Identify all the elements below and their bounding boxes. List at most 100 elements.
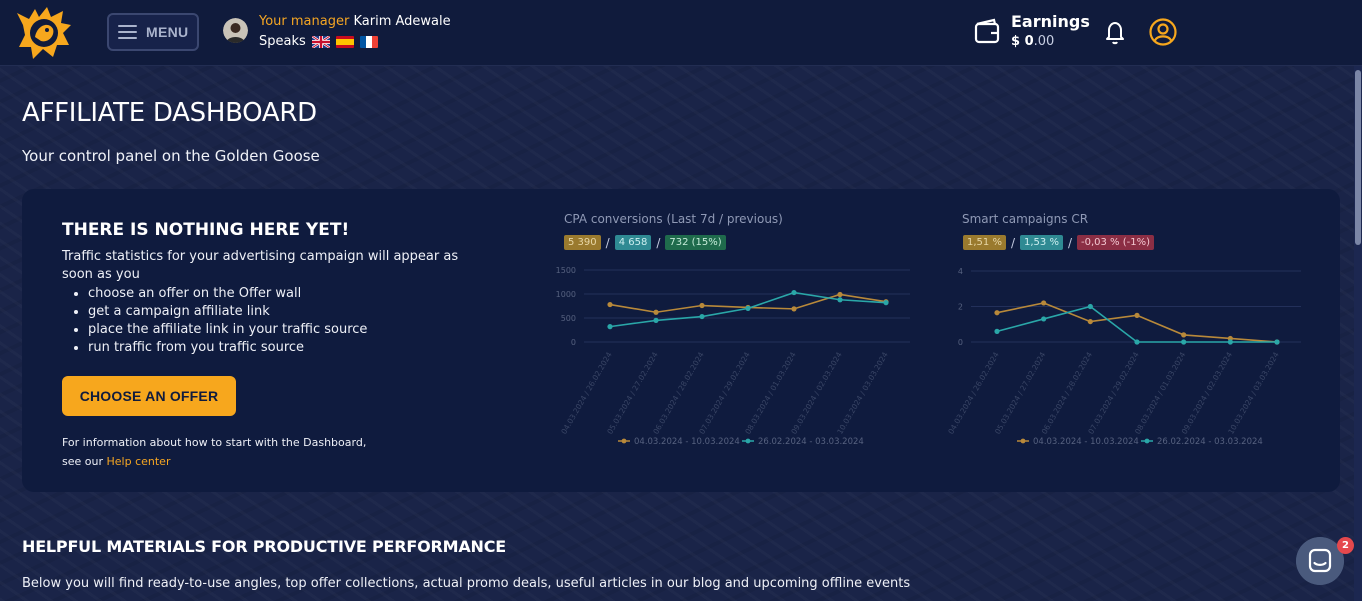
legend-label: 04.03.2024 - 10.03.2024 — [1033, 437, 1139, 447]
x-tick-label: 06.03.2024 / 28.02.2024 — [651, 350, 705, 435]
smart-previous-chip: 1,53 % — [1020, 235, 1063, 250]
cpa-diff-chip: 732 (15%) — [665, 235, 726, 250]
x-tick-label: 08.03.2024 / 01.03.2024 — [1133, 350, 1187, 435]
bell-icon[interactable] — [1103, 19, 1127, 45]
menu-label: MENU — [146, 24, 189, 40]
y-tick-label: 2 — [958, 303, 963, 312]
x-tick-label: 10.03.2024 / 03.03.2024 — [835, 350, 889, 435]
x-tick-label: 08.03.2024 / 01.03.2024 — [743, 350, 797, 435]
chat-unread-badge: 2 — [1337, 537, 1354, 554]
smart-current-chip: 1,51 % — [963, 235, 1006, 250]
data-point — [791, 306, 797, 312]
legend-label: 04.03.2024 - 10.03.2024 — [634, 437, 740, 447]
list-item: place the affiliate link in your traffic… — [62, 321, 367, 339]
data-point — [1134, 339, 1140, 345]
series-line — [996, 305, 1277, 343]
legend-label: 26.02.2024 - 03.03.2024 — [758, 437, 864, 447]
data-point — [791, 289, 797, 296]
cpa-chart-title: CPA conversions (Last 7d / previous) — [564, 212, 783, 226]
data-point — [1041, 316, 1047, 322]
y-tick-label: 1500 — [556, 266, 576, 275]
hamburger-icon — [118, 25, 137, 39]
es-flag-icon — [335, 35, 354, 48]
x-tick-label: 04.03.2024 / 26.02.2024 — [559, 350, 613, 435]
legend-label: 26.02.2024 - 03.03.2024 — [1157, 437, 1263, 447]
data-point — [1087, 318, 1093, 325]
chip-separator: / — [1067, 235, 1072, 250]
speaks-line: Speaks — [259, 34, 378, 49]
smart-chip-row: 1,51 % / 1,53 % / -0,03 % (-1%) — [963, 235, 1155, 250]
cpa-conversions-chart: 0 500 1000 1500 04.03.2024 / 26.02.202405.03… — [556, 266, 910, 447]
data-point — [837, 297, 843, 303]
manager-name[interactable]: Karim Adewale — [353, 14, 450, 29]
x-tick-label: 05.03.2024 / 27.02.2024 — [605, 350, 659, 435]
data-point — [837, 291, 843, 298]
x-tick-label: 05.03.2024 / 27.02.2024 — [993, 350, 1047, 435]
steps-list: choose an offer on the Offer wall get a … — [62, 285, 367, 357]
choose-offer-button[interactable]: CHOOSE AN OFFER — [62, 376, 236, 416]
menu-button[interactable]: MENU — [107, 13, 199, 51]
earnings-int: 0 — [1024, 34, 1034, 49]
x-tick-label: 10.03.2024 / 03.03.2024 — [1226, 350, 1280, 435]
legend-marker — [1144, 438, 1150, 444]
data-point — [1134, 312, 1140, 318]
data-point — [1181, 332, 1187, 338]
x-tick-label: 09.03.2024 / 02.03.2024 — [1180, 350, 1234, 435]
series-line — [996, 302, 1278, 343]
data-point — [1087, 303, 1093, 310]
chip-separator: / — [1010, 235, 1015, 250]
help-info-text: For information about how to start with … — [62, 433, 366, 471]
wallet-icon[interactable] — [973, 17, 1001, 45]
smart-diff-chip: -0,03 % (-1%) — [1077, 235, 1155, 250]
chip-separator: / — [656, 235, 661, 250]
earnings-value: $ 0.00 — [1011, 34, 1054, 49]
x-tick-label: 04.03.2024 / 26.02.2024 — [946, 350, 1000, 435]
page-title: AFFILIATE DASHBOARD — [22, 98, 317, 128]
user-profile-icon[interactable] — [1149, 18, 1177, 46]
help-info-prefix: see our — [62, 455, 103, 468]
cpa-chip-row: 5 390 / 4 658 / 732 (15%) — [564, 235, 726, 250]
data-point — [607, 324, 613, 330]
smart-campaigns-cr-chart: 0 2 4 04.03.2024 / 26.02.202405.03.2024 / 2… — [946, 267, 1301, 447]
data-point — [1181, 339, 1187, 345]
data-point — [745, 305, 751, 311]
page-subtitle: Your control panel on the Golden Goose — [22, 147, 320, 165]
scrollbar-thumb[interactable] — [1355, 70, 1361, 245]
smart-cr-chart-title: Smart campaigns CR — [962, 212, 1088, 226]
x-tick-label: 07.03.2024 / 29.02.2024 — [697, 350, 751, 435]
chart-title-text: Smart campaigns CR — [962, 212, 1089, 226]
list-item: choose an offer on the Offer wall — [62, 285, 367, 303]
empty-state-text: Traffic statistics for your advertising … — [62, 249, 459, 282]
chip-separator: / — [605, 235, 610, 250]
manager-prefix: Your manager — [259, 14, 350, 29]
earnings-label: Earnings — [1011, 12, 1090, 31]
data-point — [699, 302, 705, 309]
x-tick-label: 07.03.2024 / 29.02.2024 — [1086, 350, 1140, 435]
list-item: run traffic from you traffic source — [62, 339, 367, 357]
data-point — [653, 317, 659, 323]
data-point — [1227, 339, 1233, 345]
y-tick-label: 0 — [571, 338, 576, 347]
y-tick-label: 1000 — [556, 290, 576, 299]
list-item: get a campaign affiliate link — [62, 303, 367, 321]
help-center-link[interactable]: Help center — [107, 455, 171, 468]
data-point — [883, 300, 889, 306]
data-point — [1041, 300, 1047, 306]
golden-goose-logo[interactable] — [13, 3, 75, 61]
manager-avatar[interactable] — [223, 18, 248, 43]
helpful-materials-title: HELPFUL MATERIALS FOR PRODUCTIVE PERFORM… — [22, 537, 507, 556]
cpa-current-chip: 5 390 — [564, 235, 601, 250]
helpful-materials-text: Below you will find ready-to-use angles,… — [22, 576, 911, 591]
speaks-label: Speaks — [259, 34, 306, 49]
x-tick-label: 09.03.2024 / 02.03.2024 — [789, 350, 843, 435]
data-point — [994, 328, 1000, 334]
earnings-dec: .00 — [1033, 34, 1055, 49]
empty-state-title: THERE IS NOTHING HERE YET! — [62, 220, 350, 240]
data-point — [607, 301, 613, 308]
legend-marker — [1020, 438, 1026, 444]
y-tick-label: 0 — [958, 338, 963, 347]
x-tick-label: 06.03.2024 / 28.02.2024 — [1040, 350, 1094, 435]
help-info-line1: For information about how to start with … — [62, 436, 367, 449]
cpa-previous-chip: 4 658 — [614, 235, 652, 250]
legend-marker — [745, 438, 751, 444]
